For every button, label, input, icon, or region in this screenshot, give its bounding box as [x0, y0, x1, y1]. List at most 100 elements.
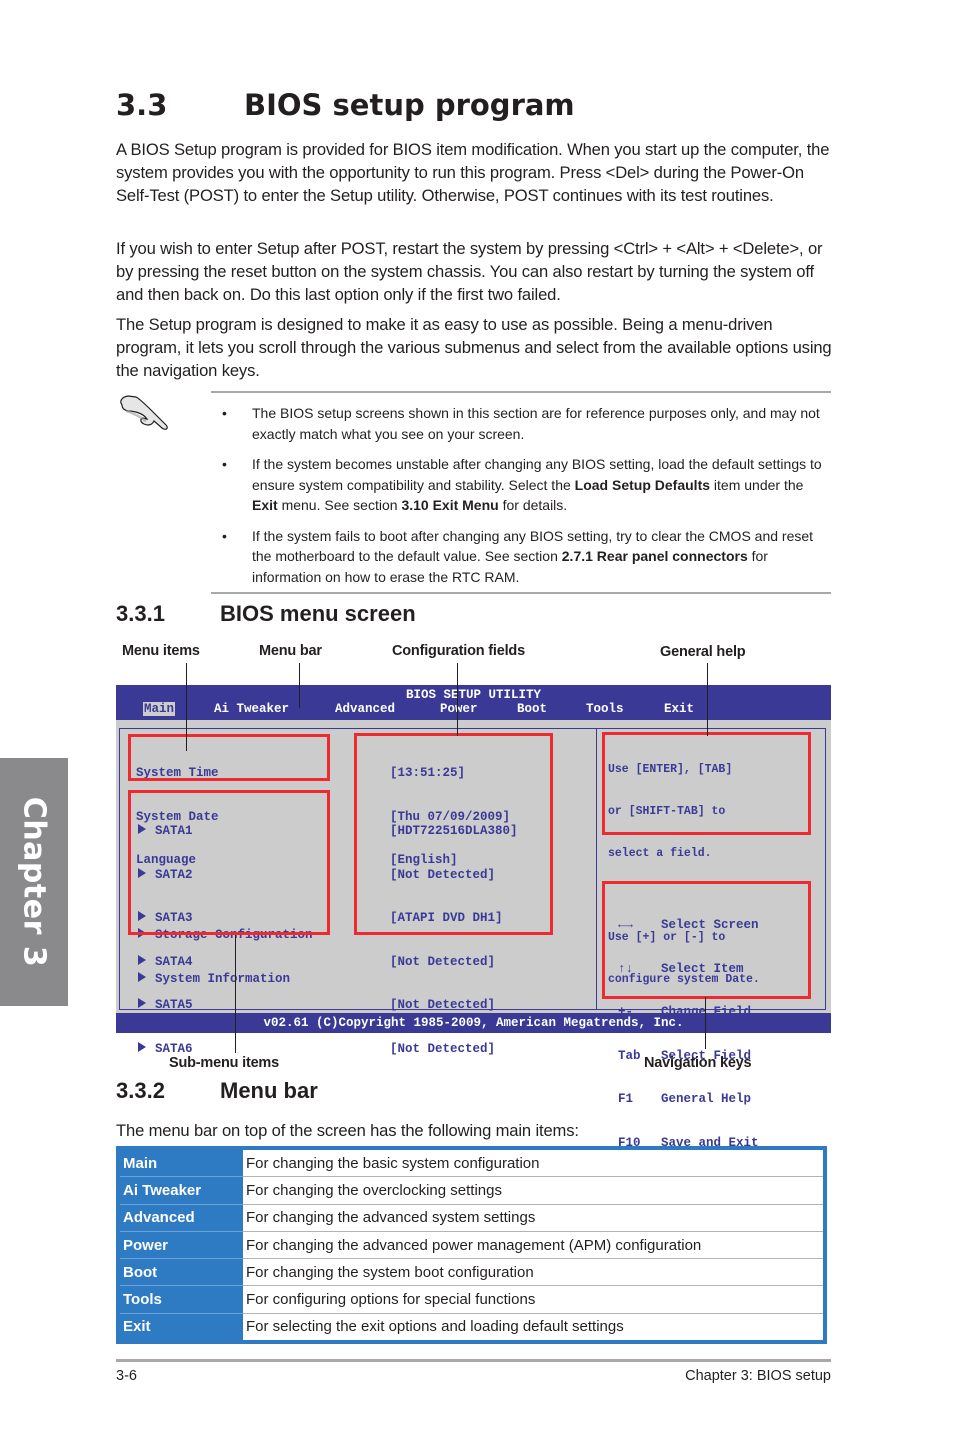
subsection-title: Menu bar: [220, 1078, 318, 1103]
bios-menu-power[interactable]: Power: [439, 702, 479, 716]
subsection-number: 3.3.1: [116, 601, 165, 626]
table-row: Tools For configuring options for special…: [120, 1285, 823, 1314]
note-text: If the system becomes unstable after cha…: [252, 456, 822, 513]
callout-line-general-help: [707, 663, 708, 736]
subsection-heading-bios-menu-screen: 3.3.1 BIOS menu screen: [116, 601, 416, 627]
callout-navigation-keys: Navigation keys: [644, 1055, 752, 1071]
footer-rule: [116, 1359, 831, 1362]
note-emphasis: Exit: [252, 497, 278, 513]
callout-menu-items: Menu items: [122, 643, 200, 659]
menu-item-description: For selecting the exit options and loadi…: [243, 1313, 823, 1341]
note-emphasis: 3.10 Exit Menu: [401, 497, 499, 513]
bios-title: BIOS SETUP UTILITY: [405, 688, 542, 702]
bios-submenu-sata6[interactable]: SATA6: [138, 1041, 193, 1057]
table-row: Ai Tweaker For changing the overclocking …: [120, 1176, 823, 1205]
menu-item-description: For configuring options for special func…: [243, 1285, 823, 1314]
chapter-tab: Chapter 3: [0, 758, 68, 1006]
note-emphasis: 2.7.1 Rear panel connectors: [561, 548, 748, 564]
nav-key: F1: [618, 1092, 634, 1106]
submenu-label: System Information: [155, 971, 291, 986]
menu-item-description: For changing the system boot configurati…: [243, 1258, 823, 1287]
help-line: select a field.: [608, 847, 712, 860]
intro-paragraph-2: If you wish to enter Setup after POST, r…: [116, 239, 823, 304]
bios-menu-exit[interactable]: Exit: [663, 702, 695, 716]
bios-menu-main[interactable]: Main: [143, 702, 176, 716]
bios-menu-ai-tweaker[interactable]: Ai Tweaker: [213, 702, 290, 716]
note-bottom-rule: [211, 592, 831, 594]
submenu-arrow-icon: [138, 1041, 146, 1052]
note-text-run: item under the: [710, 476, 804, 493]
bios-menu-advanced[interactable]: Advanced: [334, 702, 396, 716]
menu-item-name: Main: [120, 1150, 243, 1178]
nav-key-row: F1 General Help: [618, 1092, 759, 1107]
page-number: 3-6: [116, 1368, 137, 1384]
note-list: • The BIOS setup screens shown in this se…: [218, 403, 830, 597]
note-text-run: menu. See section: [277, 497, 402, 513]
menu-item-description: For changing the overclocking settings: [243, 1176, 823, 1205]
menu-item-name: Advanced: [120, 1204, 243, 1232]
note-text-run: for details.: [498, 497, 568, 513]
section-title: BIOS setup program: [244, 88, 575, 122]
subsection-heading-menu-bar: 3.3.2 Menu bar: [116, 1078, 318, 1104]
note-emphasis: Load Setup Defaults: [574, 476, 711, 493]
highlight-submenu-items: [128, 790, 330, 935]
highlight-configuration-fields: [354, 733, 553, 935]
note-item: • The BIOS setup screens shown in this se…: [218, 403, 830, 444]
table-row: Advanced For changing the advanced system…: [120, 1204, 823, 1232]
callout-menu-bar: Menu bar: [259, 643, 322, 659]
callout-line-navigation-keys: [705, 997, 706, 1049]
menu-item-description: For changing the advanced system setting…: [243, 1204, 823, 1232]
callout-configuration-fields: Configuration fields: [392, 643, 525, 659]
subsection-number: 3.3.2: [116, 1078, 165, 1103]
menu-item-description: For changing the basic system configurat…: [243, 1150, 823, 1178]
bios-screen: BIOS SETUP UTILITY Main Ai Tweaker Advan…: [116, 685, 831, 1193]
bios-submenu-system-information[interactable]: System Information: [138, 971, 313, 987]
menu-bar-intro: The menu bar on top of the screen has th…: [116, 1121, 579, 1140]
highlight-general-help: [602, 732, 811, 835]
bios-value-sata4: [Not Detected]: [390, 954, 496, 969]
section-number: 3.3: [116, 88, 168, 122]
note-text: The BIOS setup screens shown in this sec…: [252, 405, 820, 442]
table-row: Main For changing the basic system config…: [120, 1150, 823, 1178]
callout-line-menu-bar: [299, 663, 300, 708]
nav-action: General Help: [661, 1092, 752, 1106]
bullet: •: [222, 527, 227, 544]
highlight-menu-items: [128, 734, 330, 781]
bios-value-sata5: [Not Detected]: [390, 998, 496, 1012]
bios-menu-tools[interactable]: Tools: [585, 702, 625, 716]
pointing-hand-icon: [120, 395, 168, 430]
menu-item-name: Boot: [120, 1258, 243, 1287]
intro-paragraph-1: A BIOS Setup program is provided for BIO…: [116, 140, 830, 205]
subsection-title: BIOS menu screen: [220, 601, 416, 626]
note-item: • If the system becomes unstable after ch…: [218, 454, 830, 516]
note-text: If the system fails to boot after changi…: [252, 528, 813, 585]
menu-item-name: Exit: [120, 1313, 243, 1341]
bullet: •: [222, 456, 227, 472]
bios-copyright-bar: v02.61 (C)Copyright 1985-2009, American …: [116, 1013, 831, 1033]
bios-value-sata6: [Not Detected]: [390, 1041, 496, 1056]
chapter-tab-label: Chapter 3: [16, 796, 52, 968]
note-text-run: The BIOS setup screens shown in this sec…: [252, 405, 820, 442]
intro-paragraph-3: The Setup program is designed to make it…: [116, 315, 832, 380]
callout-line-submenu-items: [235, 935, 236, 1053]
submenu-label: SATA6: [155, 1041, 193, 1056]
bios-menu-boot[interactable]: Boot: [516, 702, 548, 716]
section-heading: 3.3 BIOS setup program: [116, 88, 575, 122]
footer-chapter-title: Chapter 3: BIOS setup: [685, 1368, 831, 1384]
note-item: • If the system fails to boot after chang…: [218, 526, 830, 588]
table-row: Power For changing the advanced power man…: [120, 1231, 823, 1260]
menu-item-name: Tools: [120, 1285, 243, 1314]
menu-item-name: Power: [120, 1231, 243, 1260]
callout-general-help: General help: [660, 644, 746, 660]
table-row: Exit For selecting the exit options and l…: [120, 1313, 823, 1341]
note-top-rule: [211, 391, 831, 393]
callout-line-configuration-fields: [457, 663, 458, 736]
bios-header: BIOS SETUP UTILITY Main Ai Tweaker Advan…: [116, 685, 831, 720]
menu-bar-table: Main For changing the basic system config…: [116, 1146, 827, 1345]
bullet: •: [222, 405, 227, 421]
menu-item-name: Ai Tweaker: [120, 1176, 243, 1205]
table-row: Boot For changing the system boot configu…: [120, 1258, 823, 1287]
submenu-arrow-icon: [138, 971, 146, 982]
callout-line-menu-items: [186, 663, 187, 751]
menu-item-description: For changing the advanced power manageme…: [243, 1231, 823, 1260]
